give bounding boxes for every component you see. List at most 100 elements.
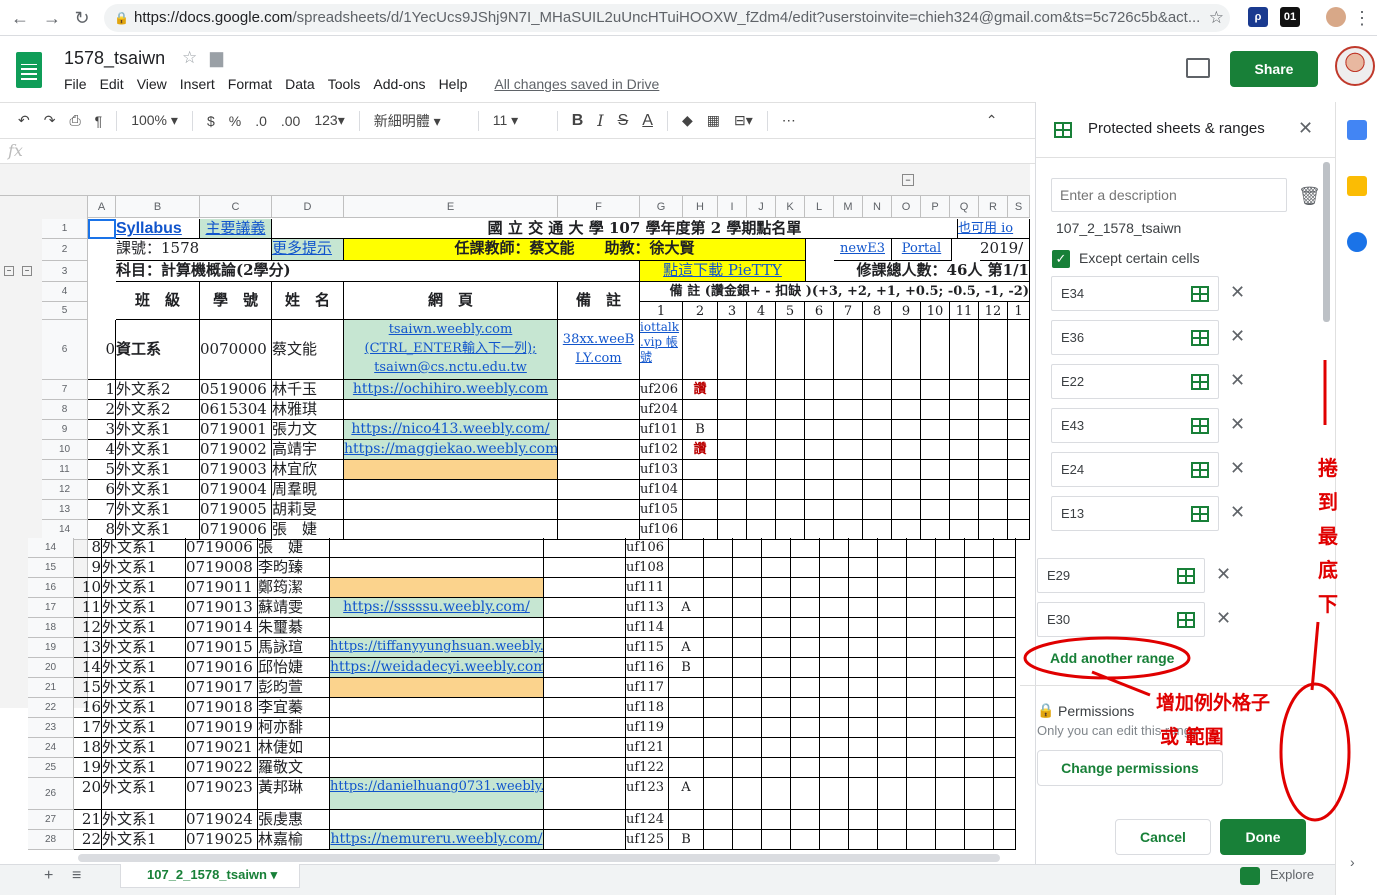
- web-cell[interactable]: https://ochihiro.weebly.com: [344, 380, 558, 400]
- row-header[interactable]: 27: [28, 810, 74, 830]
- week-cell[interactable]: [820, 558, 849, 578]
- week-cell[interactable]: [878, 618, 907, 638]
- remove-range-icon[interactable]: ✕: [1216, 564, 1231, 585]
- id-cell[interactable]: 0719006: [200, 520, 272, 540]
- week-number-cell[interactable]: 9: [892, 302, 921, 320]
- web-link-line[interactable]: tsaiwn.weebly.com: [344, 320, 557, 339]
- reload-icon[interactable]: ↻: [70, 6, 94, 30]
- row-header[interactable]: 14: [28, 538, 74, 558]
- remove-range-icon[interactable]: ✕: [1230, 502, 1245, 523]
- week-cell[interactable]: [718, 320, 747, 380]
- index-cell[interactable]: 14: [74, 658, 102, 678]
- week-cell[interactable]: [820, 578, 849, 598]
- name-cell[interactable]: 周羣晛: [272, 480, 344, 500]
- week-cell[interactable]: [704, 718, 733, 738]
- week-cell[interactable]: [762, 638, 791, 658]
- week-cell[interactable]: [791, 658, 820, 678]
- week-cell[interactable]: [704, 678, 733, 698]
- week-cell[interactable]: [776, 500, 805, 520]
- week-cell[interactable]: [704, 578, 733, 598]
- week-cell[interactable]: [936, 758, 965, 778]
- week-cell[interactable]: [863, 420, 892, 440]
- week-cell[interactable]: [791, 810, 820, 830]
- also-io-link[interactable]: 也可用 io: [958, 219, 1030, 239]
- index-cell[interactable]: 22: [74, 830, 102, 850]
- week-cell[interactable]: [921, 500, 950, 520]
- row-header[interactable]: 5: [42, 302, 88, 320]
- mark-cell[interactable]: [669, 538, 704, 558]
- notes-cell[interactable]: [544, 598, 626, 618]
- row-header[interactable]: 24: [28, 738, 74, 758]
- name-cell[interactable]: 朱璽綦: [258, 618, 330, 638]
- week-cell[interactable]: [776, 440, 805, 460]
- week-cell[interactable]: [820, 698, 849, 718]
- week-cell[interactable]: [921, 420, 950, 440]
- week-cell[interactable]: [863, 400, 892, 420]
- account-cell[interactable]: uf204: [640, 400, 683, 420]
- name-cell[interactable]: 蔡文能: [272, 320, 344, 380]
- course-code-cell[interactable]: 課號：1578: [116, 239, 272, 261]
- week-cell[interactable]: [849, 810, 878, 830]
- week-cell[interactable]: [820, 778, 849, 810]
- week-cell[interactable]: [994, 738, 1016, 758]
- week-cell[interactable]: [849, 638, 878, 658]
- remove-range-icon[interactable]: ✕: [1216, 608, 1231, 629]
- all-sheets-icon[interactable]: ≡: [72, 867, 81, 885]
- web-cell[interactable]: [330, 738, 544, 758]
- week-cell[interactable]: [849, 778, 878, 810]
- week-cell[interactable]: [747, 380, 776, 400]
- week-cell[interactable]: [994, 678, 1016, 698]
- id-cell[interactable]: 0719023: [186, 778, 258, 810]
- row-header[interactable]: 7: [42, 380, 88, 400]
- week-cell[interactable]: [747, 420, 776, 440]
- week-cell[interactable]: [762, 678, 791, 698]
- week-cell[interactable]: [965, 758, 994, 778]
- week-cell[interactable]: [979, 460, 1008, 480]
- week-cell[interactable]: [791, 538, 820, 558]
- name-cell[interactable]: 彭昀萱: [258, 678, 330, 698]
- id-cell[interactable]: 0719015: [186, 638, 258, 658]
- week-cell[interactable]: [805, 460, 834, 480]
- index-cell[interactable]: 2: [88, 400, 116, 420]
- week-cell[interactable]: [704, 658, 733, 678]
- range-input[interactable]: E43: [1051, 408, 1219, 443]
- week-cell[interactable]: [733, 678, 762, 698]
- week-cell[interactable]: [965, 678, 994, 698]
- id-cell[interactable]: 0719025: [186, 830, 258, 850]
- week-number-cell[interactable]: 10: [921, 302, 950, 320]
- week-cell[interactable]: [979, 380, 1008, 400]
- account-cell[interactable]: uf118: [626, 698, 669, 718]
- index-cell[interactable]: 0: [88, 320, 116, 380]
- column-header-n[interactable]: N: [863, 196, 892, 218]
- week-cell[interactable]: [950, 320, 979, 380]
- web-cell[interactable]: [330, 678, 544, 698]
- range-input[interactable]: E24: [1051, 452, 1219, 487]
- row-header[interactable]: 4: [42, 282, 88, 302]
- week-cell[interactable]: [733, 598, 762, 618]
- add-range-link[interactable]: Add another range: [1050, 650, 1174, 666]
- week-cell[interactable]: [805, 400, 834, 420]
- web-cell[interactable]: [344, 400, 558, 420]
- week-cell[interactable]: [834, 500, 863, 520]
- sheet-title[interactable]: 國 立 交 通 大 學 107 學年度第 2 學期點名單: [272, 219, 958, 239]
- week-cell[interactable]: [878, 598, 907, 618]
- row-header[interactable]: 1: [42, 219, 88, 239]
- week-cell[interactable]: [936, 810, 965, 830]
- mark-cell[interactable]: [669, 698, 704, 718]
- week-cell[interactable]: [950, 380, 979, 400]
- bookmark-star-icon[interactable]: ☆: [1209, 4, 1224, 32]
- week-cell[interactable]: [834, 320, 863, 380]
- name-cell[interactable]: 林千玉: [272, 380, 344, 400]
- panel-scrollbar[interactable]: [1323, 162, 1330, 322]
- week-number-cell[interactable]: 5: [776, 302, 805, 320]
- week-cell[interactable]: [733, 778, 762, 810]
- week-cell[interactable]: [704, 738, 733, 758]
- index-cell[interactable]: 8: [88, 520, 116, 540]
- week-cell[interactable]: [805, 320, 834, 380]
- profile-icon[interactable]: [1326, 7, 1346, 27]
- week-cell[interactable]: [892, 500, 921, 520]
- week-cell[interactable]: [907, 810, 936, 830]
- collapse-toolbar-icon[interactable]: ⌃: [986, 112, 998, 129]
- week-cell[interactable]: [704, 758, 733, 778]
- week-number-cell[interactable]: 2: [683, 302, 718, 320]
